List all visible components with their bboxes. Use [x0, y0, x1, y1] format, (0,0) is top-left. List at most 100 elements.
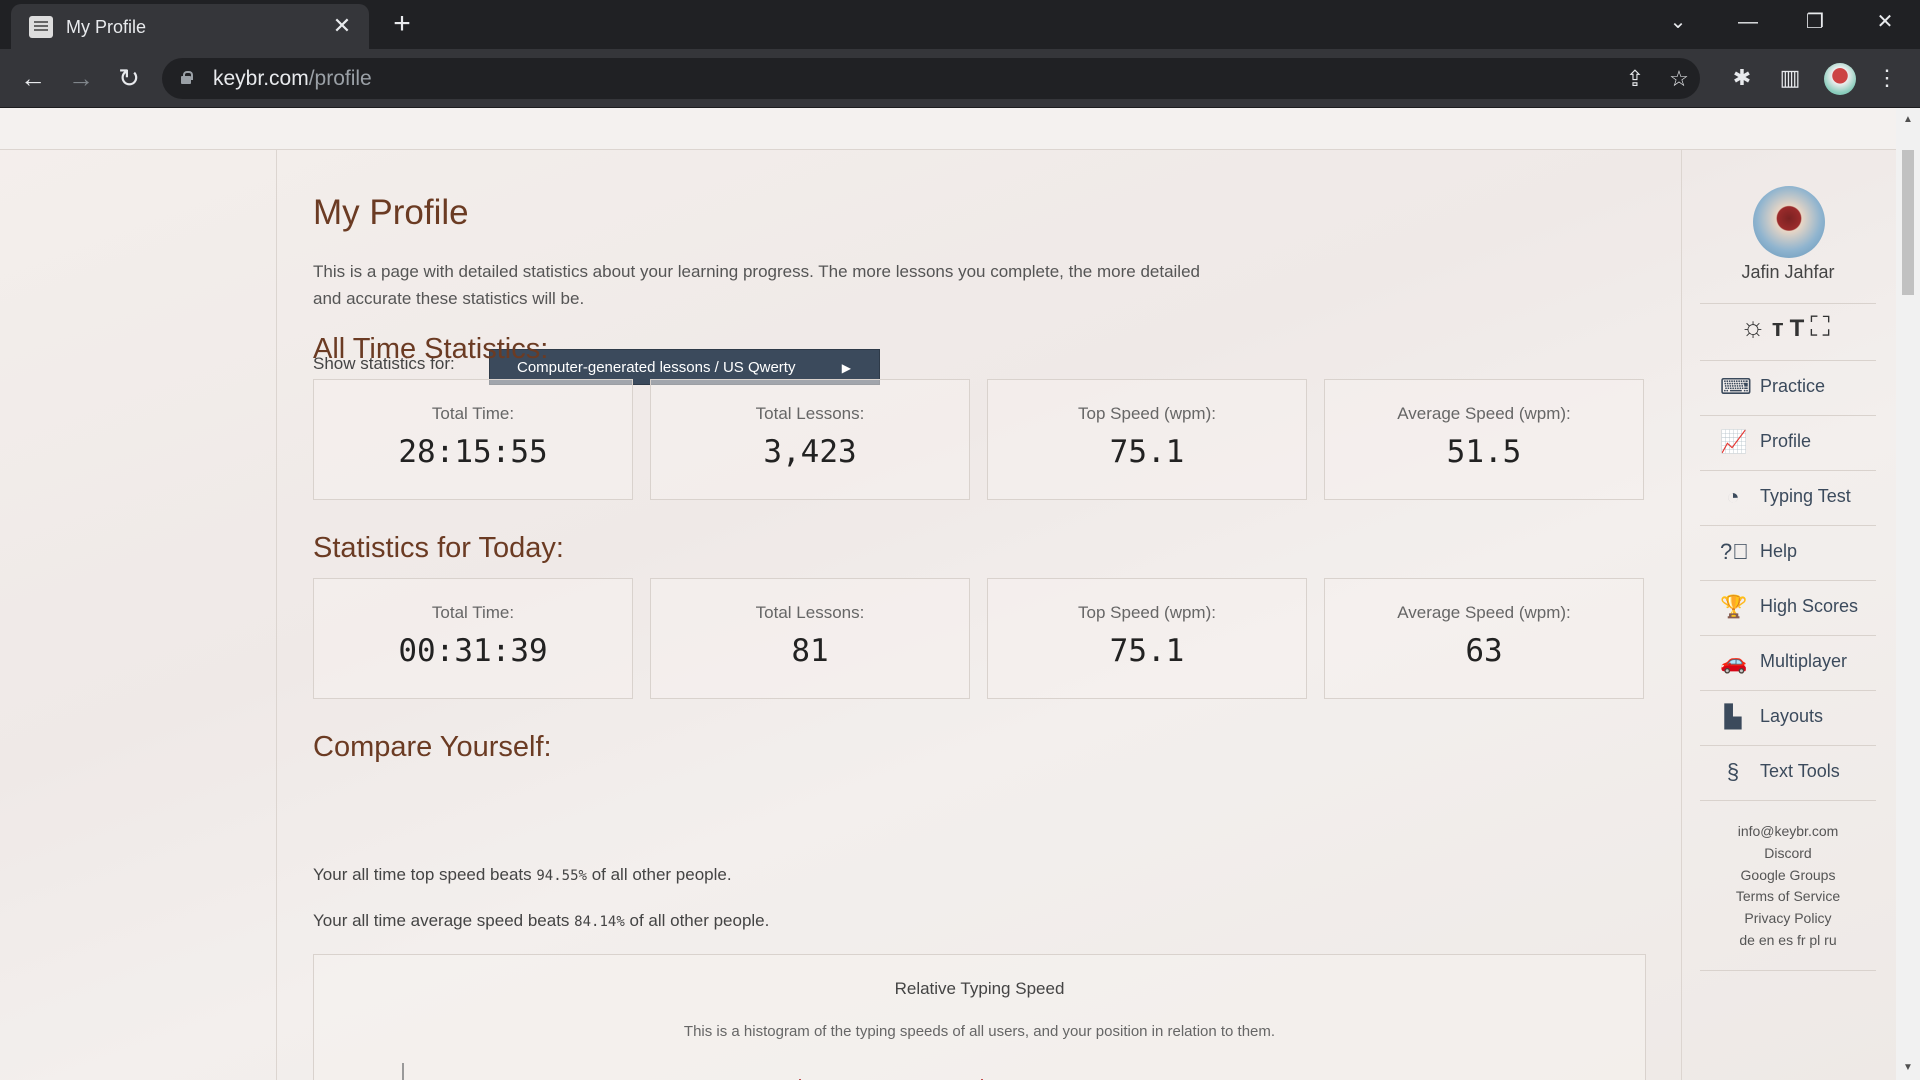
stat-card-today-total-lessons: Total Lessons: 81	[650, 578, 970, 699]
sidebar-item-typing-test[interactable]: ◔ Typing Test	[1700, 470, 1876, 525]
sidebar-item-high-scores[interactable]: 🏆 High Scores	[1700, 580, 1876, 635]
stat-label: Average Speed (wpm):	[1397, 603, 1571, 622]
user-name[interactable]: Jafin Jahfar	[1700, 262, 1876, 283]
relative-speed-histogram: Relative Typing Speed This is a histogra…	[313, 954, 1646, 1080]
fullscreen-icon[interactable]: ⛶	[1810, 311, 1836, 342]
scroll-down-icon[interactable]: ▼	[1902, 1062, 1914, 1074]
page-scrollbar[interactable]: ▲ ▼	[1896, 108, 1920, 1080]
stat-label: Total Time:	[431, 404, 515, 423]
sidebar-item-label: Help	[1760, 541, 1798, 561]
stat-card-today-top-speed: Top Speed (wpm): 75.1	[987, 578, 1307, 699]
sidebar-item-text-tools[interactable]: § Text Tools	[1700, 745, 1876, 800]
average-speed-comparison: Your all time average speed beats 84.14%…	[313, 911, 770, 930]
today-heading: Statistics for Today:	[313, 532, 564, 564]
stat-value: 00:31:39	[398, 633, 548, 669]
page-content: My Profile This is a page with detailed …	[0, 108, 1920, 1080]
stat-label: Total Time:	[431, 603, 515, 622]
lock-icon[interactable]	[180, 70, 193, 86]
browser-tab[interactable]: My Profile ✕	[11, 4, 369, 49]
footer-email-link[interactable]: info@keybr.com	[1700, 823, 1876, 839]
browser-titlebar: My Profile ✕ + ⌄ — ❐ ✕	[0, 0, 1920, 49]
footer-language-links[interactable]: de en es fr pl ru	[1700, 932, 1876, 948]
right-divider	[1681, 150, 1682, 1080]
stat-card-today-total-time: Total Time: 00:31:39	[313, 578, 633, 699]
histogram-title: Relative Typing Speed	[894, 979, 1065, 998]
trophy-icon: 🏆	[1720, 594, 1748, 619]
sidebar-item-label: Typing Test	[1760, 486, 1851, 506]
sidebar-item-practice[interactable]: ⌨ Practice	[1700, 360, 1876, 415]
page-title: My Profile	[313, 193, 469, 232]
scroll-up-icon[interactable]: ▲	[1902, 114, 1914, 126]
forward-icon[interactable]: →	[64, 61, 98, 95]
tab-title: My Profile	[66, 17, 147, 37]
car-icon: 🚗	[1720, 649, 1748, 674]
help-icon: ?⃝	[1720, 539, 1749, 564]
footer-privacy-link[interactable]: Privacy Policy	[1700, 910, 1876, 926]
close-window-icon[interactable]: ✕	[1857, 0, 1913, 44]
footer-terms-link[interactable]: Terms of Service	[1700, 888, 1876, 904]
stat-card-average-speed: Average Speed (wpm): 51.5	[1324, 379, 1644, 500]
extensions-icon[interactable]: ✱	[1725, 61, 1759, 95]
top-strip	[0, 108, 1896, 150]
close-tab-icon[interactable]: ✕	[329, 13, 355, 39]
intro-text: This is a page with detailed statistics …	[313, 262, 1200, 308]
sidebar-item-label: Multiplayer	[1760, 651, 1848, 671]
back-icon[interactable]: ←	[16, 61, 50, 95]
menu-dots-icon[interactable]: ⋮	[1870, 61, 1904, 95]
speedometer-icon: ◔	[1726, 484, 1740, 509]
stat-value: 75.1	[1109, 633, 1185, 669]
avatar[interactable]	[1753, 186, 1825, 258]
stat-value: 75.1	[1109, 434, 1185, 470]
section-icon: §	[1726, 759, 1740, 784]
minimize-icon[interactable]: —	[1720, 0, 1776, 44]
quick-settings: ☼ᴛT⛶	[1700, 311, 1876, 344]
divider	[1700, 303, 1876, 304]
restore-icon[interactable]: ❐	[1787, 0, 1843, 44]
stat-card-total-time: Total Time: 28:15:55	[313, 379, 633, 500]
stat-label: Total Lessons:	[755, 404, 865, 423]
stat-value: 3,423	[763, 434, 857, 470]
reload-icon[interactable]: ↻	[112, 61, 146, 95]
stat-value: 28:15:55	[398, 434, 548, 470]
top-speed-comparison: Your all time top speed beats 94.55% of …	[313, 865, 732, 884]
theme-icon[interactable]: ☼	[1740, 311, 1772, 342]
browser-profile-avatar[interactable]	[1824, 63, 1856, 95]
url-text[interactable]: keybr.com/profile	[213, 67, 372, 91]
divider	[1700, 800, 1876, 801]
chart-icon: 📈	[1720, 429, 1748, 454]
new-tab-button[interactable]: +	[385, 8, 419, 42]
histogram-axis	[402, 1063, 404, 1080]
share-icon[interactable]: ⇪	[1618, 62, 1652, 96]
histogram-subtitle: This is a histogram of the typing speeds…	[683, 1023, 1276, 1040]
scroll-thumb[interactable]	[1902, 150, 1914, 295]
sidebar-item-label: Text Tools	[1760, 761, 1840, 781]
stat-label: Top Speed (wpm):	[1078, 404, 1216, 423]
compare-heading: Compare Yourself:	[313, 731, 552, 763]
sidebar-item-label: High Scores	[1760, 596, 1859, 616]
sidebar-item-label: Layouts	[1760, 706, 1824, 726]
stat-card-top-speed: Top Speed (wpm): 75.1	[987, 379, 1307, 500]
stat-value: 51.5	[1446, 434, 1522, 470]
stat-label: Top Speed (wpm):	[1078, 603, 1216, 622]
layouts-icon: ▙	[1724, 704, 1742, 729]
stat-label: Total Lessons:	[755, 603, 865, 622]
footer-google-groups-link[interactable]: Google Groups	[1700, 867, 1876, 883]
keyboard-icon: ⌨	[1720, 374, 1752, 399]
address-bar[interactable]: keybr.com/profile ⇪ ☆	[162, 58, 1700, 99]
all-time-heading: All Time Statistics:	[313, 333, 549, 365]
bookmark-star-icon[interactable]: ☆	[1662, 62, 1696, 96]
dropdown-value: Computer-generated lessons / US Qwerty	[517, 359, 796, 376]
stat-value: 63	[1465, 633, 1503, 669]
sidebar-item-layouts[interactable]: ▙ Layouts	[1700, 690, 1876, 745]
stat-label: Average Speed (wpm):	[1397, 404, 1571, 423]
sidebar-item-multiplayer[interactable]: 🚗 Multiplayer	[1700, 635, 1876, 690]
stat-card-today-average-speed: Average Speed (wpm): 63	[1324, 578, 1644, 699]
tab-search-icon[interactable]: ⌄	[1650, 0, 1706, 44]
sidebar-item-profile[interactable]: 📈 Profile	[1700, 415, 1876, 470]
sidebar-item-help[interactable]: ?⃝ Help	[1700, 525, 1876, 580]
side-panel-icon[interactable]: ▥	[1773, 61, 1807, 95]
divider	[1700, 970, 1876, 971]
footer-discord-link[interactable]: Discord	[1700, 845, 1876, 861]
font-size-icon[interactable]: ᴛT	[1772, 315, 1810, 342]
left-divider	[276, 150, 277, 1080]
